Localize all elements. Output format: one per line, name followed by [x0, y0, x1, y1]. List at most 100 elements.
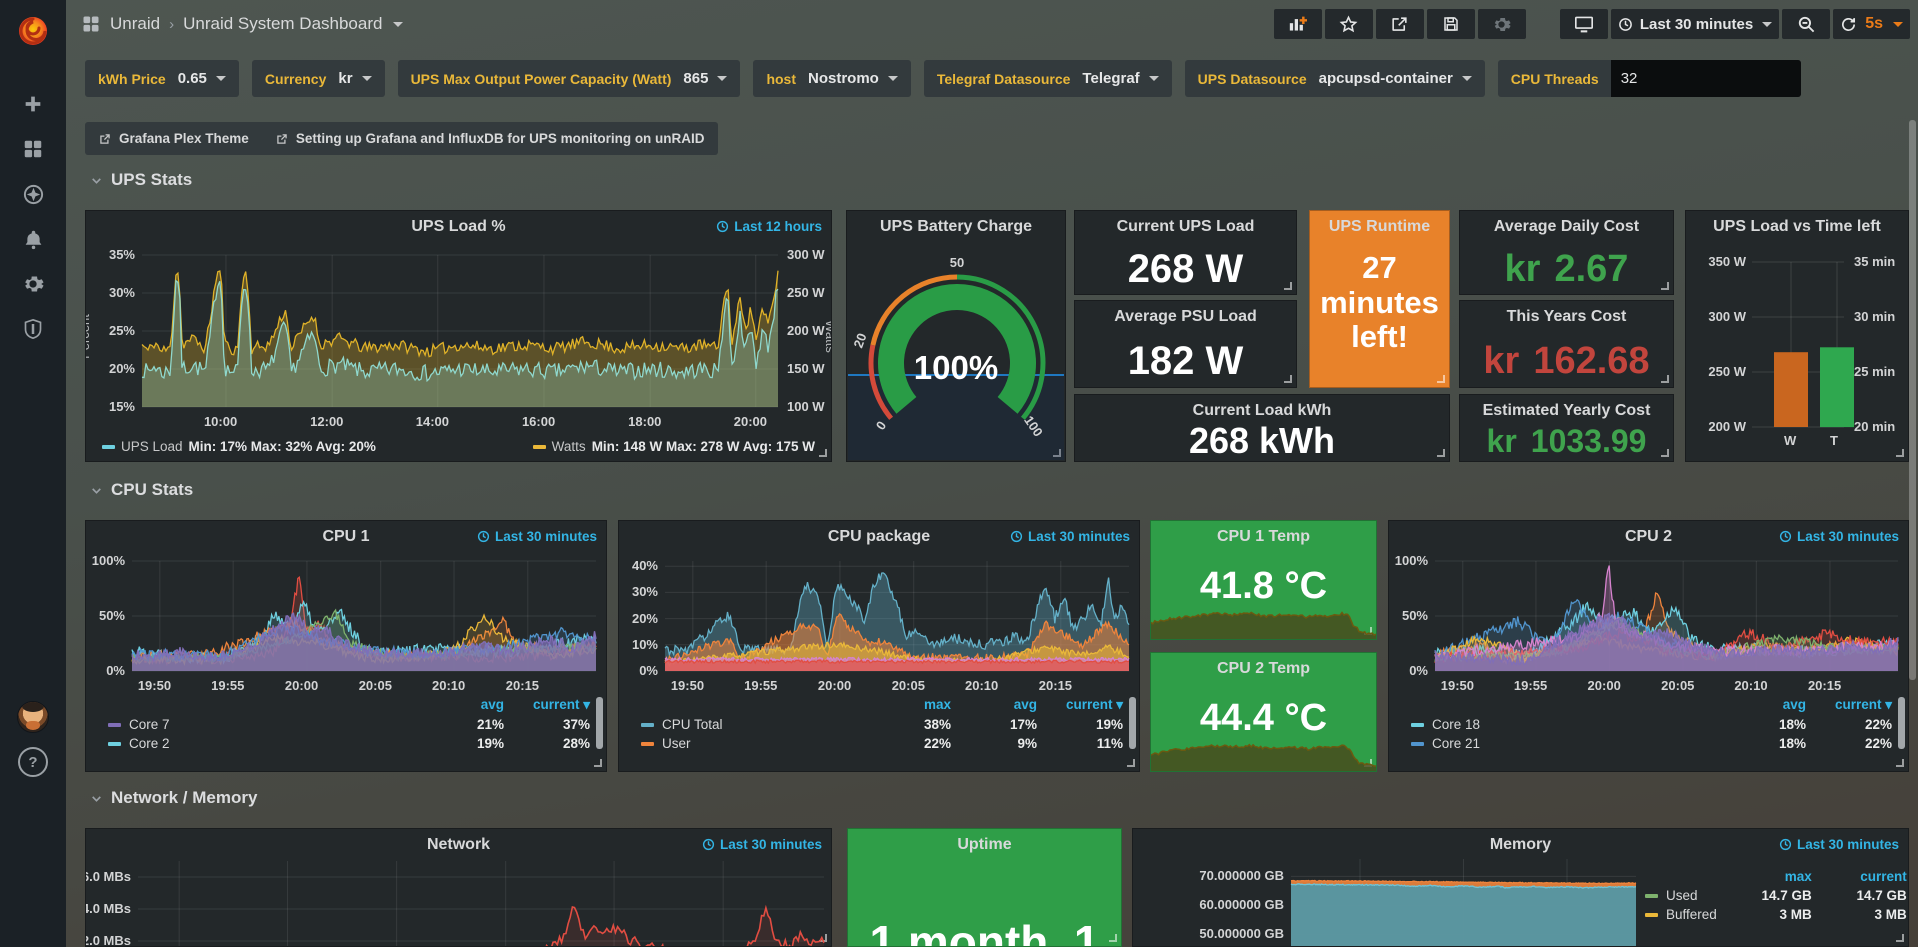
breadcrumb: Unraid › Unraid System Dashboard	[81, 14, 403, 34]
stat-value: kr162.68	[1460, 335, 1673, 387]
panel-title[interactable]: UPS Runtime	[1316, 218, 1443, 236]
panel-current-load-kwh: Current Load kWh 268 kWh	[1074, 394, 1450, 462]
clock-icon	[1618, 17, 1633, 32]
panel-title[interactable]: CPU 1 Temp	[1161, 528, 1366, 546]
stat-value: kr2.67	[1460, 245, 1673, 294]
variable-value: kr	[338, 70, 352, 87]
user-avatar[interactable]	[17, 701, 49, 733]
time-range-picker[interactable]: Last 30 minutes	[1611, 9, 1779, 39]
add-panel-button[interactable]	[1274, 9, 1322, 39]
star-button[interactable]	[1325, 9, 1373, 39]
section-cpu-stats[interactable]: CPU Stats	[90, 480, 193, 500]
refresh-interval-label[interactable]: 5s	[1865, 15, 1883, 33]
panel-uptime: Uptime 1 month, 1	[847, 828, 1122, 947]
variable-value-dropdown[interactable]: 0.65	[178, 70, 226, 87]
variable-value-dropdown[interactable]: apcupsd-container	[1319, 70, 1472, 87]
chart-canvas	[619, 521, 1139, 771]
panel-title[interactable]: Uptime	[858, 836, 1111, 854]
grafana-logo[interactable]	[0, 0, 66, 62]
sidebar: ?	[0, 0, 66, 947]
variable-value-dropdown[interactable]: 865	[683, 70, 727, 87]
zoom-out-button[interactable]	[1782, 9, 1830, 39]
refresh-icon	[1840, 16, 1857, 33]
panel-memory: Memory Last 30 minutes 70.000000 GB60.00…	[1132, 828, 1909, 947]
variable-label: Currency	[265, 71, 326, 87]
chevron-down-icon	[90, 174, 103, 187]
section-title: CPU Stats	[111, 480, 193, 500]
variable-label: CPU Threads	[1511, 71, 1599, 87]
chevron-down-icon	[888, 76, 898, 81]
dashboard-link[interactable]: Grafana Plex Theme	[98, 131, 249, 146]
breadcrumb-app[interactable]: Unraid	[110, 14, 160, 34]
panel-title[interactable]: Average Daily Cost	[1470, 218, 1663, 236]
panel-title[interactable]: Current Load kWh	[1085, 402, 1439, 420]
help-icon[interactable]: ?	[18, 747, 48, 777]
panel-cpu-1: CPU 1 Last 30 minutes 0%50%100%19:5019:5…	[85, 520, 607, 772]
panel-ups-runtime: UPS Runtime 27 minutes left!	[1309, 210, 1450, 388]
variable-value-dropdown[interactable]: Telegraf	[1082, 70, 1158, 87]
share-button[interactable]	[1376, 9, 1424, 39]
chevron-down-icon[interactable]	[1893, 22, 1903, 27]
panel-title[interactable]: Current UPS Load	[1085, 218, 1286, 236]
alerting-icon[interactable]	[13, 225, 53, 253]
section-network-memory[interactable]: Network / Memory	[90, 788, 257, 808]
stat-value: 44.4 °C	[1151, 697, 1376, 740]
chevron-down-icon	[717, 76, 727, 81]
variable-label: Telegraf Datasource	[937, 71, 1071, 87]
variable-input[interactable]	[1611, 60, 1801, 97]
external-link-icon	[275, 132, 289, 146]
variable-value: 865	[683, 70, 708, 87]
section-ups-stats[interactable]: UPS Stats	[90, 170, 192, 190]
bar-chart-canvas	[1686, 211, 1909, 462]
stat-value: 182 W	[1075, 335, 1296, 387]
explore-icon[interactable]	[13, 180, 53, 208]
dashboards-icon[interactable]	[13, 135, 53, 163]
refresh-picker[interactable]: 5s	[1833, 9, 1910, 39]
panel-ups-load: UPS Load % Last 12 hours Percent Watts U…	[85, 210, 832, 462]
panel-title[interactable]: Memory	[1173, 836, 1868, 854]
panel-time-range[interactable]: Last 30 minutes	[1010, 529, 1130, 544]
template-variables-row: kWh Price0.65CurrencykrUPS Max Output Po…	[85, 60, 1801, 97]
gauge-scale-label: 50	[947, 255, 967, 270]
panel-time-range[interactable]: Last 12 hours	[716, 219, 822, 234]
clock-icon	[1779, 530, 1792, 543]
variable-value-dropdown[interactable]: Nostromo	[808, 70, 898, 87]
settings-button[interactable]	[1478, 9, 1526, 39]
variable-label: UPS Datasource	[1198, 71, 1307, 87]
page-scrollbar[interactable]	[1909, 120, 1916, 680]
panel-title[interactable]: UPS Load vs Time left	[1692, 218, 1902, 236]
variable-value-dropdown[interactable]: kr	[338, 70, 371, 87]
variable-kwh-price: kWh Price0.65	[85, 60, 239, 97]
dashboard-links-bar: Grafana Plex Theme Setting up Grafana and…	[85, 122, 718, 155]
panel-cpu-2-temp: CPU 2 Temp 44.4 °C	[1150, 652, 1377, 772]
panel-title[interactable]: Estimated Yearly Cost	[1470, 402, 1663, 420]
panel-time-range[interactable]: Last 30 minutes	[1779, 837, 1899, 852]
save-button[interactable]	[1427, 9, 1475, 39]
nav-actions: Last 30 minutes 5s	[1274, 9, 1910, 39]
panel-title[interactable]: This Years Cost	[1470, 308, 1663, 326]
chart-canvas	[86, 521, 606, 771]
panel-title[interactable]: Average PSU Load	[1085, 308, 1286, 326]
dashboard-grid-icon	[81, 14, 101, 34]
dashboard-link[interactable]: Setting up Grafana and InfluxDB for UPS …	[275, 131, 705, 146]
panel-time-range[interactable]: Last 30 minutes	[477, 529, 597, 544]
breadcrumb-dashboard[interactable]: Unraid System Dashboard	[183, 14, 382, 34]
variable-value: apcupsd-container	[1319, 70, 1453, 87]
server-admin-icon[interactable]	[13, 315, 53, 343]
clock-icon	[702, 838, 715, 851]
tv-mode-button[interactable]	[1560, 9, 1608, 39]
panel-time-range[interactable]: Last 30 minutes	[1779, 529, 1899, 544]
panel-time-range[interactable]: Last 30 minutes	[702, 837, 822, 852]
configuration-icon[interactable]	[13, 270, 53, 298]
chevron-down-icon[interactable]	[393, 22, 403, 27]
chevron-down-icon	[362, 76, 372, 81]
panel-title[interactable]: UPS Load %	[126, 218, 791, 236]
panel-title[interactable]: Network	[126, 836, 791, 854]
clock-icon	[477, 530, 490, 543]
panel-title[interactable]: CPU 2 Temp	[1161, 660, 1366, 678]
chevron-down-icon	[1149, 76, 1159, 81]
breadcrumb-separator-icon: ›	[169, 16, 174, 33]
create-icon[interactable]	[13, 90, 53, 118]
dashboard-link-label: Grafana Plex Theme	[119, 131, 249, 146]
panel-title[interactable]: UPS Battery Charge	[857, 218, 1055, 236]
